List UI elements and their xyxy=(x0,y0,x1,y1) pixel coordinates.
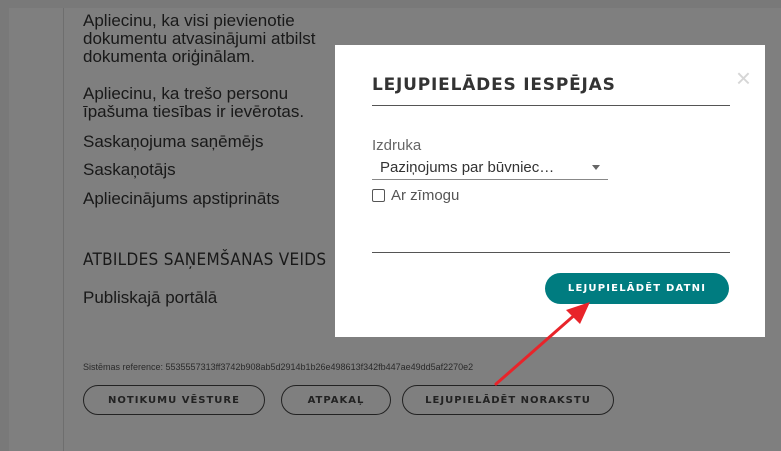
chevron-down-icon xyxy=(592,165,600,170)
screenshot-frame: Apliecinu, ka visi pievienotie dokumentu… xyxy=(0,0,781,451)
print-select-value: Paziņojums par būvniec… xyxy=(380,159,555,176)
close-icon[interactable]: × xyxy=(736,65,751,91)
stamp-checkbox[interactable] xyxy=(372,189,385,202)
divider xyxy=(372,252,730,253)
stamp-checkbox-label[interactable]: Ar zīmogu xyxy=(391,187,459,204)
divider xyxy=(372,105,730,106)
download-options-modal: LEJUPIELĀDES IESPĒJAS × Izdruka Paziņoju… xyxy=(335,45,765,337)
download-file-button[interactable]: LEJUPIELĀDĒT DATNI xyxy=(545,273,729,304)
print-select[interactable]: Paziņojums par būvniec… xyxy=(372,158,608,180)
print-label: Izdruka xyxy=(372,137,422,154)
modal-title: LEJUPIELĀDES IESPĒJAS xyxy=(372,75,616,95)
